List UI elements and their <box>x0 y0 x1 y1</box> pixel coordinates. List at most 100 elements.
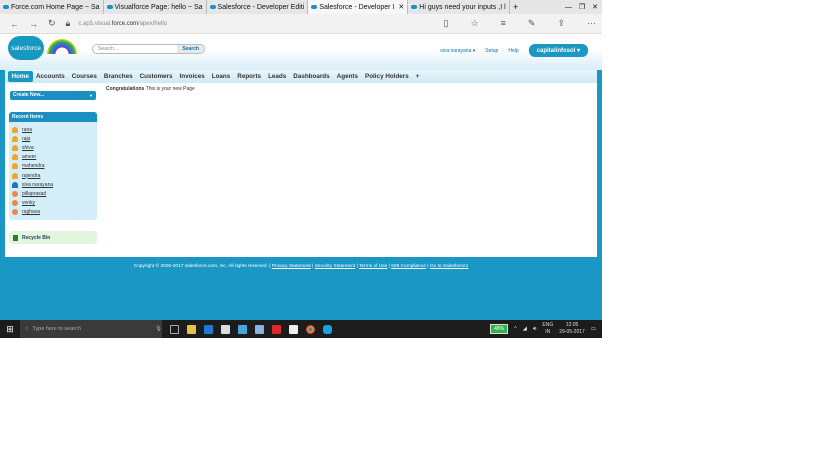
store-icon[interactable] <box>221 324 230 334</box>
recent-item-link[interactable]: ameer <box>22 154 36 160</box>
search-button[interactable]: Search <box>177 45 204 53</box>
close-tab-icon[interactable]: ✕ <box>398 3 404 11</box>
nav-tab-branches[interactable]: Branches <box>100 71 136 82</box>
search-input[interactable]: Search... <box>93 46 177 52</box>
notifications-icon[interactable]: ▭ <box>591 326 596 332</box>
url-field[interactable]: c.ap5.visual.force.com/apex/hello <box>78 21 167 27</box>
salesforce-favicon-icon <box>311 5 318 9</box>
back-icon[interactable]: ← <box>10 19 19 29</box>
minimize-icon[interactable]: — <box>565 4 572 11</box>
help-link[interactable]: Help <box>508 48 518 54</box>
account-icon <box>12 190 18 197</box>
user-menu[interactable]: siva narayana ▾ <box>440 48 475 54</box>
nav-tab-courses[interactable]: Courses <box>68 71 100 82</box>
nav-tab-reports[interactable]: Reports <box>234 71 265 82</box>
recent-item-link[interactable]: raghava <box>22 209 40 215</box>
recycle-bin-icon <box>13 234 18 241</box>
recent-item-link[interactable]: raja <box>22 136 30 142</box>
content-panel: Create New... ▼ Recent Items rana raja shiva… <box>5 83 597 257</box>
salesforce-favicon-icon <box>106 5 113 9</box>
recent-item-link[interactable]: pillaprasad <box>22 191 46 197</box>
forward-icon[interactable]: → <box>29 19 38 29</box>
dropdown-arrow-icon: ▼ <box>89 93 93 98</box>
show-hidden-icons[interactable]: ^ <box>514 326 517 332</box>
user-icon <box>12 181 18 188</box>
browser-tab[interactable]: Force.com Home Page ~ Sa <box>0 0 104 14</box>
language-indicator[interactable]: ENG IN <box>542 322 553 336</box>
nav-tab-invoices[interactable]: Invoices <box>176 71 208 82</box>
recent-item-link[interactable]: rana <box>22 127 32 133</box>
recent-item-link[interactable]: mahendra <box>22 163 45 169</box>
recent-item: pillaprasad <box>12 189 97 198</box>
acrobat-icon[interactable] <box>272 324 281 334</box>
account-icon <box>12 200 18 207</box>
favorite-star-icon[interactable]: ☆ <box>471 18 479 29</box>
nav-tab-dashboards[interactable]: Dashboards <box>290 71 333 82</box>
browser-tab[interactable]: Salesforce - Developer Editi <box>207 0 309 14</box>
screen: Force.com Home Page ~ Sa Visualforce Pag… <box>0 0 602 338</box>
windows-start-icon[interactable]: ⊞ <box>0 324 20 335</box>
browser-tab[interactable]: Hi guys need your inputs ,I l <box>408 0 510 14</box>
search-box: Search... Search <box>92 44 205 54</box>
network-icon[interactable]: ◢ <box>523 326 527 332</box>
microphone-icon[interactable]: 🎙︎ <box>155 326 162 332</box>
restore-icon[interactable]: ❐ <box>579 3 585 11</box>
recycle-bin-link[interactable]: Recycle Bin <box>9 231 97 244</box>
clock[interactable]: 12:05 29-05-2017 <box>559 322 585 336</box>
contact-icon <box>12 172 18 179</box>
org-menu-button[interactable]: capitalinfosol ▾ <box>528 44 588 57</box>
recent-item-link[interactable]: venky <box>22 200 35 206</box>
sf-header: salesforce Search... Search siva narayana… <box>0 34 602 70</box>
recent-item: ameer <box>12 153 97 162</box>
refresh-icon[interactable]: ↻ <box>48 18 56 29</box>
chrome-icon[interactable] <box>306 324 315 334</box>
search-circle-icon: ○ <box>25 326 29 332</box>
new-tab-button[interactable]: + <box>510 0 522 14</box>
skype-icon[interactable] <box>323 324 332 334</box>
edge-browser-icon[interactable] <box>204 324 213 334</box>
web-note-icon[interactable]: ✎ <box>528 18 536 29</box>
remote-desktop-icon[interactable] <box>238 324 247 334</box>
hub-icon[interactable]: ≡ <box>501 18 506 29</box>
salesforce-favicon-icon <box>209 5 216 9</box>
salesforce-favicon-icon <box>411 5 418 9</box>
nav-tab-policy-holders[interactable]: Policy Holders <box>362 71 413 82</box>
recent-item: raghava <box>12 208 97 217</box>
browser-tab[interactable]: Visualforce Page: hello ~ Sa <box>104 0 207 14</box>
recent-item-link[interactable]: rajendra <box>22 173 40 179</box>
task-view-icon[interactable] <box>170 324 179 334</box>
volume-icon[interactable]: 🔊︎ <box>533 326 536 333</box>
nav-tab-add[interactable]: + <box>412 71 423 82</box>
close-window-icon[interactable]: ✕ <box>592 3 598 11</box>
app-window-icon[interactable] <box>289 324 298 334</box>
nav-tab-loans[interactable]: Loans <box>208 71 234 82</box>
contact-icon <box>12 126 18 133</box>
footer-link[interactable]: 508 Compliance <box>391 264 426 269</box>
footer-link[interactable]: Terms of Use <box>359 264 387 269</box>
nav-tab-accounts[interactable]: Accounts <box>33 71 69 82</box>
recent-item: shiva <box>12 143 97 152</box>
recent-item: mahendra <box>12 162 97 171</box>
share-icon[interactable]: ⇪ <box>557 18 565 29</box>
nav-tab-customers[interactable]: Customers <box>136 71 176 82</box>
recent-item-link[interactable]: shiva <box>22 145 34 151</box>
footer-link[interactable]: Go to Salesforce1 <box>430 264 468 269</box>
create-new-dropdown[interactable]: Create New... ▼ <box>10 91 96 100</box>
setup-link[interactable]: Setup <box>485 48 498 54</box>
footer-link[interactable]: Security Statement <box>315 264 356 269</box>
app-cube-icon[interactable] <box>255 324 264 334</box>
recent-item-link[interactable]: siva narayana <box>22 182 53 188</box>
reading-view-icon[interactable]: ▯ <box>444 18 449 29</box>
battery-indicator[interactable]: 48% <box>490 324 509 334</box>
more-icon[interactable]: ··· <box>587 18 596 29</box>
salesforce-logo[interactable]: salesforce <box>8 36 44 60</box>
recent-item: siva narayana <box>12 180 97 189</box>
nav-tab-home[interactable]: Home <box>8 71 33 82</box>
taskbar-search[interactable]: ○ Type here to search 🎙︎ <box>20 320 162 338</box>
nav-tab-agents[interactable]: Agents <box>333 71 361 82</box>
file-explorer-icon[interactable] <box>187 324 196 334</box>
nav-tab-leads[interactable]: Leads <box>265 71 290 82</box>
footer-link[interactable]: Privacy Statement <box>272 264 311 269</box>
footer: Copyright © 2000-2017 salesforce.com, in… <box>133 264 469 269</box>
browser-tab-active[interactable]: Salesforce - Developer I ✕ <box>308 0 409 14</box>
